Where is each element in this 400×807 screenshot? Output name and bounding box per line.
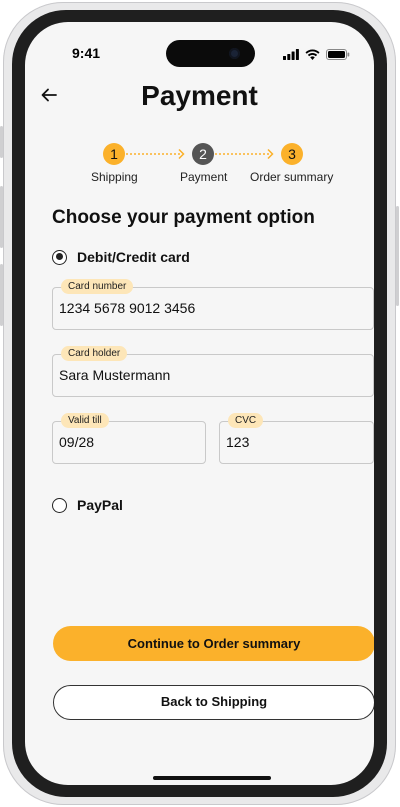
valid-till-input[interactable] xyxy=(59,434,199,450)
card-number-field[interactable]: Card number xyxy=(52,279,374,330)
continue-to-order-summary-button[interactable]: Continue to Order summary xyxy=(53,626,374,661)
payment-option-paypal[interactable]: PayPal xyxy=(52,497,123,513)
paypal-option-label: PayPal xyxy=(77,497,123,513)
paypal-radio[interactable] xyxy=(52,497,67,513)
phone-bezel: 9:41 Payment 1 2 3 Shipping Payment Orde… xyxy=(12,10,387,797)
card-number-input[interactable] xyxy=(59,300,367,316)
volume-down-button xyxy=(0,264,3,326)
payment-option-card[interactable]: Debit/Credit card xyxy=(52,249,190,265)
card-holder-field[interactable]: Card holder xyxy=(52,346,374,397)
card-option-label: Debit/Credit card xyxy=(77,249,190,265)
power-button xyxy=(396,206,399,306)
step-1-label: Shipping xyxy=(91,170,138,184)
cvc-field[interactable]: CVC xyxy=(219,413,374,464)
step-2-circle[interactable]: 2 xyxy=(192,143,214,165)
mute-switch xyxy=(0,126,3,158)
valid-till-field[interactable]: Valid till xyxy=(52,413,206,464)
card-holder-input[interactable] xyxy=(59,367,367,383)
phone-outer-frame: 9:41 Payment 1 2 3 Shipping Payment Orde… xyxy=(0,2,399,805)
valid-till-label: Valid till xyxy=(61,413,109,428)
section-heading: Choose your payment option xyxy=(52,207,315,228)
step-3-circle[interactable]: 3 xyxy=(281,143,303,165)
back-to-shipping-button[interactable]: Back to Shipping xyxy=(53,685,374,720)
step-3-label: Order summary xyxy=(250,170,334,184)
home-indicator[interactable] xyxy=(153,776,271,780)
card-number-label: Card number xyxy=(61,279,134,294)
step-2-label: Payment xyxy=(180,170,228,184)
screen: 9:41 Payment 1 2 3 Shipping Payment Orde… xyxy=(25,22,374,785)
cvc-input[interactable] xyxy=(226,434,367,450)
card-holder-label: Card holder xyxy=(61,346,128,361)
volume-up-button xyxy=(0,186,3,248)
cvc-label: CVC xyxy=(228,413,264,428)
card-radio[interactable] xyxy=(52,249,67,265)
step-1-circle[interactable]: 1 xyxy=(103,143,125,165)
